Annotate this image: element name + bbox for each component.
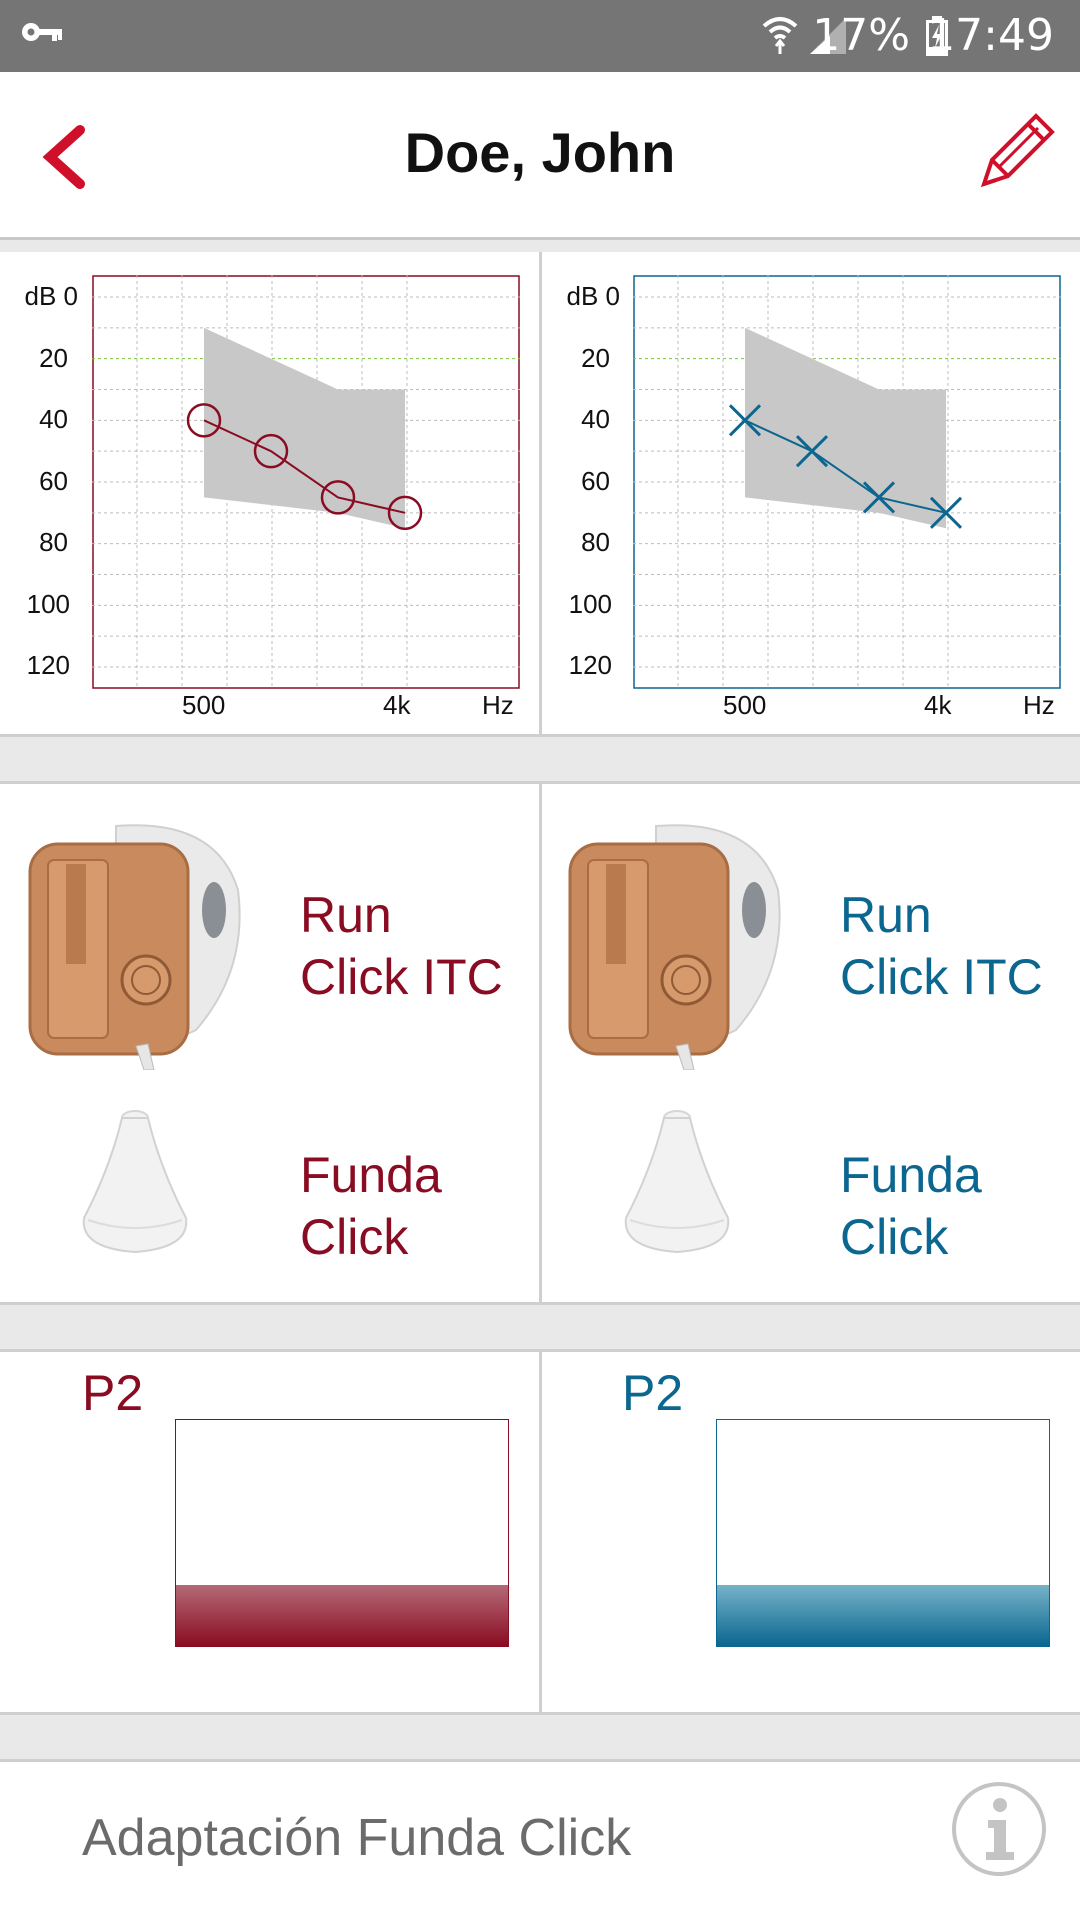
y-tick-label: dB 0 (24, 281, 78, 311)
right-program-label[interactable]: P2 (622, 1364, 683, 1422)
y-tick-label: 80 (39, 527, 68, 557)
y-tick-label: 120 (26, 650, 70, 680)
y-tick-label: 100 (568, 589, 612, 619)
y-tick-label: 40 (39, 404, 68, 434)
left-dome-name[interactable]: Funda Click (300, 1144, 442, 1268)
x-tick-label: 4k (383, 690, 411, 720)
right-volume-indicator[interactable] (716, 1419, 1050, 1647)
devices-divider (539, 784, 542, 1302)
left-volume-indicator[interactable] (175, 1419, 509, 1647)
edit-pencil-icon[interactable] (978, 110, 1058, 190)
y-tick-label: dB 0 (566, 281, 620, 311)
left-program-label[interactable]: P2 (82, 1364, 143, 1422)
clock: 17:49 (927, 10, 1054, 61)
section-separator (0, 1712, 1080, 1762)
app-bar: Doe, John (0, 72, 1080, 240)
status-bar: 17% 17:49 (0, 0, 1080, 72)
audiogram-divider (539, 252, 542, 735)
page-title: Doe, John (404, 121, 676, 184)
audiogram-chart-right (633, 275, 1061, 689)
section-separator (0, 1302, 1080, 1352)
dome-sleeve-icon[interactable] (622, 1108, 732, 1258)
left-device-name[interactable]: Run Click ITC (300, 884, 503, 1008)
hearing-aid-itc-icon[interactable] (26, 820, 246, 1070)
section-separator (0, 734, 1080, 784)
x-tick-label: 500 (723, 690, 767, 720)
audiogram-chart-left (92, 275, 520, 689)
y-tick-label: 60 (581, 466, 610, 496)
programs-divider (539, 1352, 542, 1712)
sleeve-fitting-row[interactable]: Adaptación Funda Click (0, 1762, 1080, 1920)
y-tick-label: 20 (39, 343, 68, 373)
x-unit-label: Hz (482, 690, 514, 720)
y-tick-label: 80 (581, 527, 610, 557)
right-device-name[interactable]: Run Click ITC (840, 884, 1043, 1008)
battery-percentage: 17% (812, 10, 910, 61)
y-tick-label: 120 (568, 650, 612, 680)
y-tick-label: 100 (26, 589, 70, 619)
right-volume-fill (717, 1584, 1049, 1646)
y-tick-label: 60 (39, 466, 68, 496)
dome-sleeve-icon[interactable] (80, 1108, 190, 1258)
y-tick-label: 20 (581, 343, 610, 373)
right-dome-name[interactable]: Funda Click (840, 1144, 982, 1268)
x-tick-label: 4k (924, 690, 952, 720)
sleeve-fitting-label: Adaptación Funda Click (82, 1809, 632, 1867)
wifi-signal-icon (762, 17, 798, 54)
x-unit-label: Hz (1023, 690, 1055, 720)
hearing-aid-itc-icon[interactable] (566, 820, 786, 1070)
y-tick-label: 40 (581, 404, 610, 434)
key-icon (22, 23, 62, 41)
info-icon[interactable] (950, 1780, 1048, 1878)
left-volume-fill (176, 1584, 508, 1646)
x-tick-label: 500 (182, 690, 226, 720)
